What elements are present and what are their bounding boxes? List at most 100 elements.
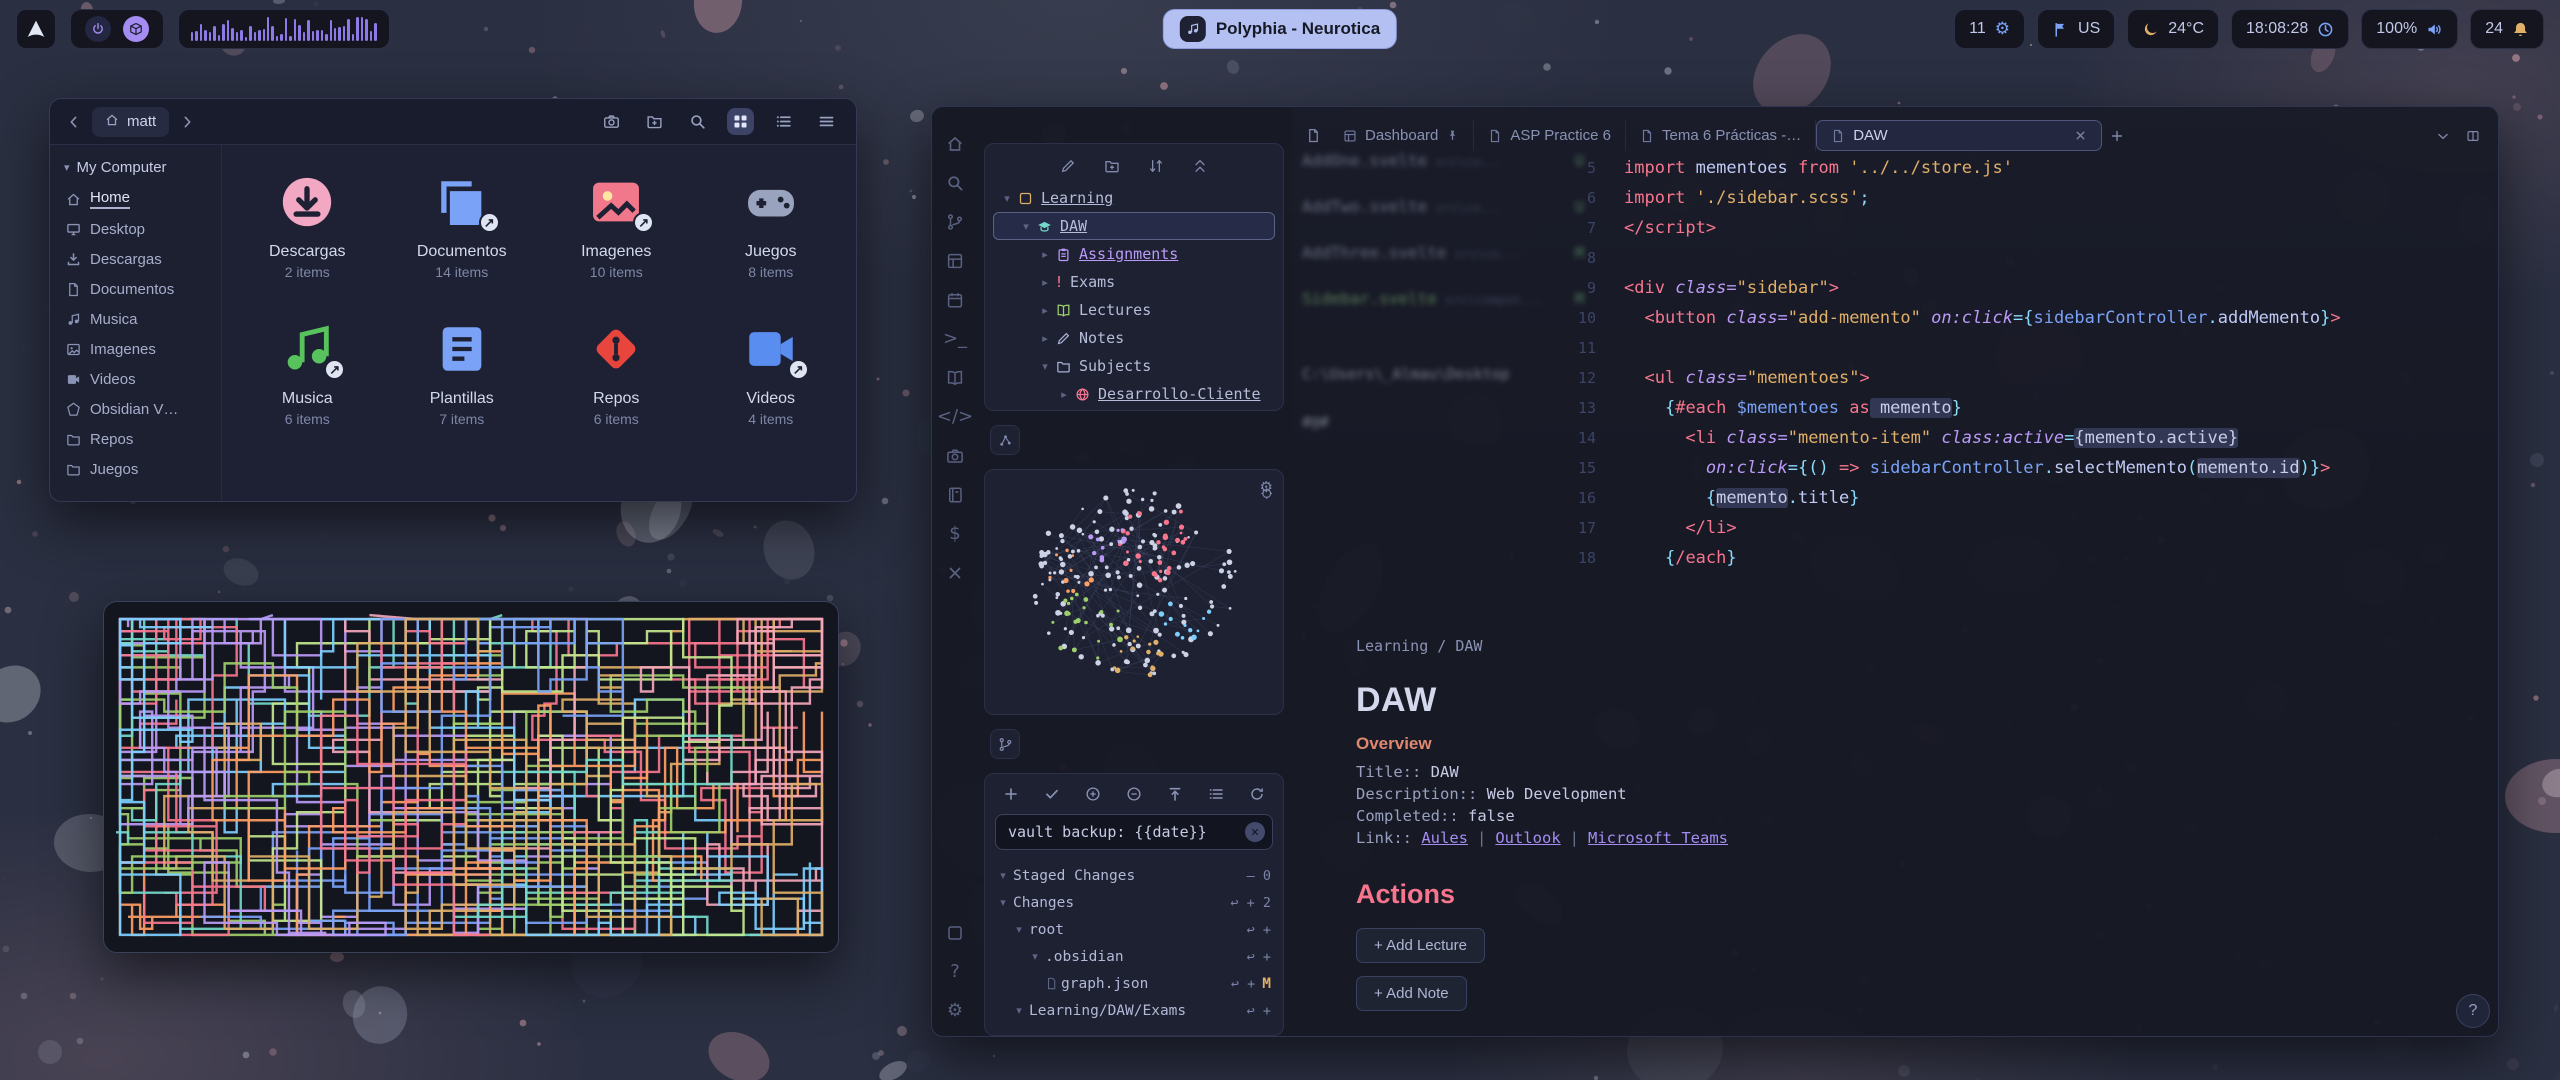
- ribbon-box-button[interactable]: [946, 924, 964, 942]
- sidebar-header[interactable]: ▾ My Computer: [56, 157, 215, 184]
- tree-item-lectures[interactable]: ▸Lectures: [993, 296, 1275, 324]
- git-check-button[interactable]: [1044, 786, 1060, 802]
- ribbon-calendar-button[interactable]: [946, 291, 964, 309]
- tree-chevron-icon[interactable]: ▸: [1036, 277, 1054, 288]
- ribbon-gear-button[interactable]: ⚙: [947, 1002, 963, 1020]
- tree-chevron-icon[interactable]: ▸: [1036, 333, 1054, 344]
- git-plus-circle-button[interactable]: [1085, 786, 1101, 802]
- menu-button[interactable]: [813, 108, 840, 135]
- search-button[interactable]: [684, 108, 711, 135]
- sidebar-item-musica[interactable]: Musica: [56, 304, 215, 334]
- git-row-actions[interactable]: ↩ +: [1247, 1003, 1271, 1019]
- sidebar-item-documentos[interactable]: Documentos: [56, 274, 215, 304]
- tree-item-assignments[interactable]: ▸Assignments: [993, 240, 1275, 268]
- list-view-button[interactable]: [770, 108, 797, 135]
- folder-videos[interactable]: ↗Videos4 items: [694, 316, 849, 427]
- tree-chevron-icon[interactable]: ▾: [998, 193, 1016, 204]
- tab-dashboard[interactable]: Dashboard: [1329, 120, 1474, 151]
- folder-musica[interactable]: ↗Musica6 items: [230, 316, 385, 427]
- ribbon-code-button[interactable]: </​>: [937, 408, 973, 426]
- volume-module[interactable]: 100%: [2361, 9, 2458, 49]
- ribbon-home-button[interactable]: [946, 135, 964, 153]
- sidebar-item-descargas[interactable]: Descargas: [56, 244, 215, 274]
- ribbon-search-button[interactable]: [946, 174, 964, 192]
- folder-repos[interactable]: Repos6 items: [539, 316, 694, 427]
- folder-documentos[interactable]: ↗Documentos14 items: [385, 169, 540, 280]
- clear-message-icon[interactable]: ✕: [1245, 822, 1265, 842]
- grid-view-button[interactable]: [727, 108, 754, 135]
- ribbon-layout-button[interactable]: [946, 252, 964, 270]
- back-button[interactable]: [66, 114, 82, 130]
- git-row--obsidian[interactable]: ▾.obsidian↩ +: [985, 943, 1283, 970]
- ribbon-notebook-button[interactable]: [946, 486, 964, 504]
- note-link-aules[interactable]: Aules: [1421, 829, 1468, 847]
- explorer-folder-plus-button[interactable]: [1104, 158, 1120, 174]
- ribbon-camera-button[interactable]: [946, 447, 964, 465]
- tree-item-notes[interactable]: ▸Notes: [993, 324, 1275, 352]
- sidebar-item-home[interactable]: Home: [56, 184, 215, 214]
- folder-juegos[interactable]: Juegos8 items: [694, 169, 849, 280]
- git-row-graph-json[interactable]: graph.json↩ +M: [985, 970, 1283, 997]
- tab-asp-practice-6[interactable]: ASP Practice 6: [1474, 120, 1626, 151]
- folder-imagenes[interactable]: ↗Imagenes10 items: [539, 169, 694, 280]
- ribbon-help-button[interactable]: ?: [950, 963, 960, 981]
- package-toggle-button[interactable]: [123, 16, 149, 42]
- tree-chevron-icon[interactable]: ▸: [1036, 305, 1054, 316]
- action-button--add-note[interactable]: + Add Note: [1356, 976, 1467, 1011]
- git-plus-button[interactable]: [1003, 786, 1019, 802]
- explorer-collapse-button[interactable]: [1192, 158, 1208, 174]
- clock-module[interactable]: 18:08:28: [2231, 9, 2349, 49]
- git-row-actions[interactable]: — 0: [1247, 868, 1271, 884]
- explorer-sort-button[interactable]: [1148, 158, 1164, 174]
- commit-message-input[interactable]: [995, 814, 1273, 850]
- notifications-module[interactable]: 24: [2470, 9, 2544, 49]
- note-breadcrumb[interactable]: Learning / DAW: [1356, 637, 2438, 655]
- sidebar-item-videos[interactable]: Videos: [56, 364, 215, 394]
- tree-chevron-icon[interactable]: ▸: [1036, 249, 1054, 260]
- app-launcher-button[interactable]: [16, 9, 56, 49]
- git-row-actions[interactable]: ↩ +: [1247, 922, 1271, 938]
- git-row-changes[interactable]: ▾Changes↩ + 2: [985, 889, 1283, 916]
- ribbon-terminal-button[interactable]: >_: [943, 330, 967, 348]
- git-row-actions[interactable]: ↩ +: [1247, 949, 1271, 965]
- close-tab-icon[interactable]: [2074, 129, 2087, 142]
- new-folder-button[interactable]: [641, 108, 668, 135]
- ribbon-dollar-button[interactable]: $: [949, 525, 960, 543]
- graph-pane-tab[interactable]: [990, 425, 1020, 455]
- git-row-actions[interactable]: ↩ +: [1231, 976, 1255, 992]
- tab-daw[interactable]: DAW: [1816, 120, 2102, 151]
- tree-item-learning[interactable]: ▾Learning: [993, 184, 1275, 212]
- tree-item-exams[interactable]: ▸!Exams: [993, 268, 1275, 296]
- tree-chevron-icon[interactable]: ▸: [1055, 389, 1073, 400]
- screenshot-button[interactable]: [598, 108, 625, 135]
- git-refresh-button[interactable]: [1249, 786, 1265, 802]
- toggle-sidebar-button[interactable]: [1298, 124, 1329, 147]
- help-button[interactable]: ?: [2456, 994, 2490, 1028]
- sidebar-item-repos[interactable]: Repos: [56, 424, 215, 454]
- weather-module[interactable]: 24°C: [2127, 9, 2219, 49]
- ribbon-book-button[interactable]: [946, 369, 964, 387]
- keyboard-layout-module[interactable]: US: [2037, 9, 2115, 49]
- sidebar-item-desktop[interactable]: Desktop: [56, 214, 215, 244]
- git-pane-tab[interactable]: [990, 729, 1020, 759]
- tree-item-desarrollo-cliente[interactable]: ▸Desarrollo-Cliente: [993, 380, 1275, 408]
- git-row-root[interactable]: ▾root↩ +: [985, 916, 1283, 943]
- folder-descargas[interactable]: Descargas2 items: [230, 169, 385, 280]
- window-count-module[interactable]: 11⚙: [1954, 9, 2025, 49]
- git-row-learning-daw-exams[interactable]: ▾Learning/DAW/Exams↩ +: [985, 997, 1283, 1024]
- git-minus-circle-button[interactable]: [1126, 786, 1142, 802]
- git-row-staged-changes[interactable]: ▾Staged Changes— 0: [985, 862, 1283, 889]
- tab-tema-6-pr-cticas-[interactable]: Tema 6 Prácticas -…: [1626, 120, 1816, 151]
- note-link-outlook[interactable]: Outlook: [1495, 829, 1560, 847]
- media-player-module[interactable]: Polyphia - Neurotica: [1163, 9, 1397, 49]
- git-row-actions[interactable]: ↩ + 2: [1230, 895, 1271, 911]
- graph-view[interactable]: [985, 470, 1283, 714]
- tab-list-button[interactable]: [2428, 125, 2458, 147]
- new-tab-button[interactable]: [2102, 125, 2132, 147]
- ribbon-close-button[interactable]: [946, 564, 964, 582]
- power-toggle-button[interactable]: [85, 16, 111, 42]
- breadcrumb[interactable]: matt: [92, 107, 169, 137]
- explorer-pencil-button[interactable]: [1060, 158, 1076, 174]
- action-button--add-lecture[interactable]: + Add Lecture: [1356, 928, 1485, 963]
- sidebar-item-juegos[interactable]: Juegos: [56, 454, 215, 484]
